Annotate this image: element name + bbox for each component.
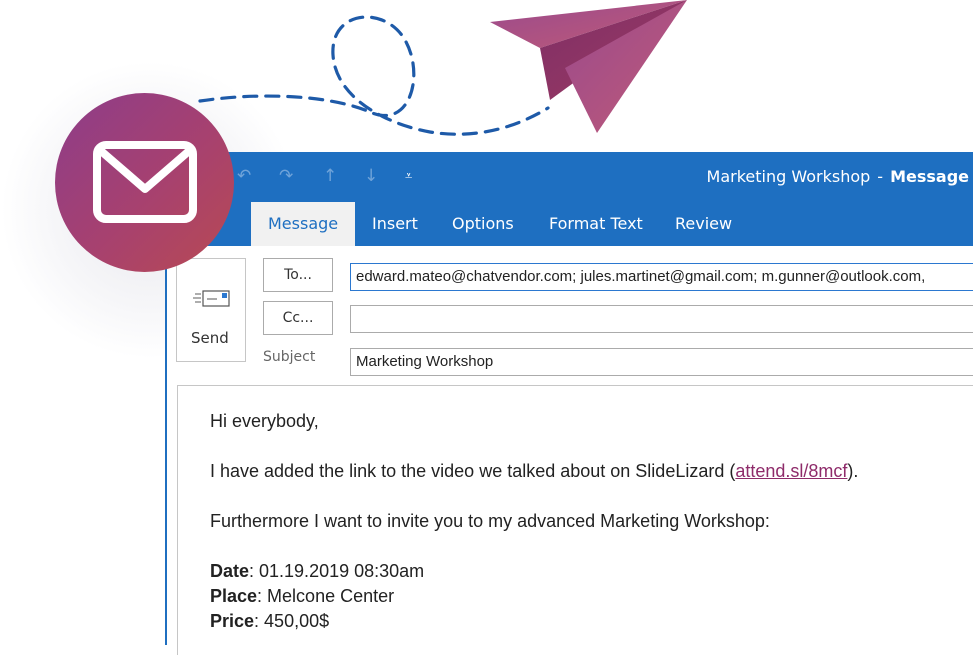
body-line1-end: ).: [847, 461, 859, 481]
tab-insert[interactable]: Insert: [372, 202, 418, 246]
window-title-mode: Message: [890, 167, 969, 186]
date-label: Date: [210, 561, 250, 581]
cc-field[interactable]: [350, 305, 973, 333]
customize-icon[interactable]: ⩡: [405, 169, 412, 184]
body-date-line: Date: 01.19.2019 08:30am: [210, 561, 424, 582]
down-arrow-icon[interactable]: ↓: [364, 166, 378, 186]
date-value: : 01.19.2019 08:30am: [249, 561, 425, 581]
ribbon-tabs: Message Insert Options Format Text Revie…: [167, 202, 973, 246]
title-bar: ↶ ↷ ↑ ↓ ⩡ Marketing Workshop - Message: [167, 152, 973, 202]
paper-plane-icon: [490, 0, 687, 133]
body-price-line: Price: 450,00$: [210, 611, 329, 632]
to-field[interactable]: edward.mateo@chatvendor.com; jules.marti…: [350, 263, 973, 291]
window-title-subject: Marketing Workshop: [706, 167, 871, 186]
tab-review[interactable]: Review: [675, 202, 732, 246]
redo-icon[interactable]: ↷: [279, 166, 293, 186]
body-line1-text: I have added the link to the video we ta…: [210, 461, 736, 481]
place-value: : Melcone Center: [257, 586, 395, 606]
price-label: Price: [210, 611, 255, 631]
mail-badge: [55, 93, 234, 272]
body-line-link: I have added the link to the video we ta…: [210, 461, 858, 482]
place-label: Place: [210, 586, 258, 606]
subject-field[interactable]: Marketing Workshop: [350, 348, 973, 376]
to-button[interactable]: To...: [263, 258, 333, 292]
undo-icon[interactable]: ↶: [237, 166, 251, 186]
body-greeting: Hi everybody,: [210, 411, 319, 431]
tab-options[interactable]: Options: [452, 202, 514, 246]
message-body[interactable]: Hi everybody, I have added the link to t…: [177, 385, 973, 655]
send-label: Send: [191, 329, 229, 347]
up-arrow-icon[interactable]: ↑: [323, 166, 337, 186]
body-invite-line: Furthermore I want to invite you to my a…: [210, 511, 770, 531]
mail-envelope-icon: [93, 141, 197, 223]
send-button[interactable]: Send: [176, 258, 246, 362]
price-value: : 450,00$: [254, 611, 330, 631]
tab-message[interactable]: Message: [251, 202, 356, 246]
tab-format-text[interactable]: Format Text: [549, 202, 643, 246]
window-title-separator: -: [877, 167, 884, 186]
send-envelope-icon: [193, 290, 230, 307]
subject-label: Subject: [263, 349, 316, 365]
window-title: Marketing Workshop - Message: [707, 167, 969, 186]
cc-button[interactable]: Cc...: [263, 301, 333, 335]
slidelizard-link[interactable]: attend.sl/8mcf: [735, 461, 847, 481]
body-place-line: Place: Melcone Center: [210, 586, 394, 607]
outlook-compose-window: ↶ ↷ ↑ ↓ ⩡ Marketing Workshop - Message Mes…: [165, 152, 973, 655]
